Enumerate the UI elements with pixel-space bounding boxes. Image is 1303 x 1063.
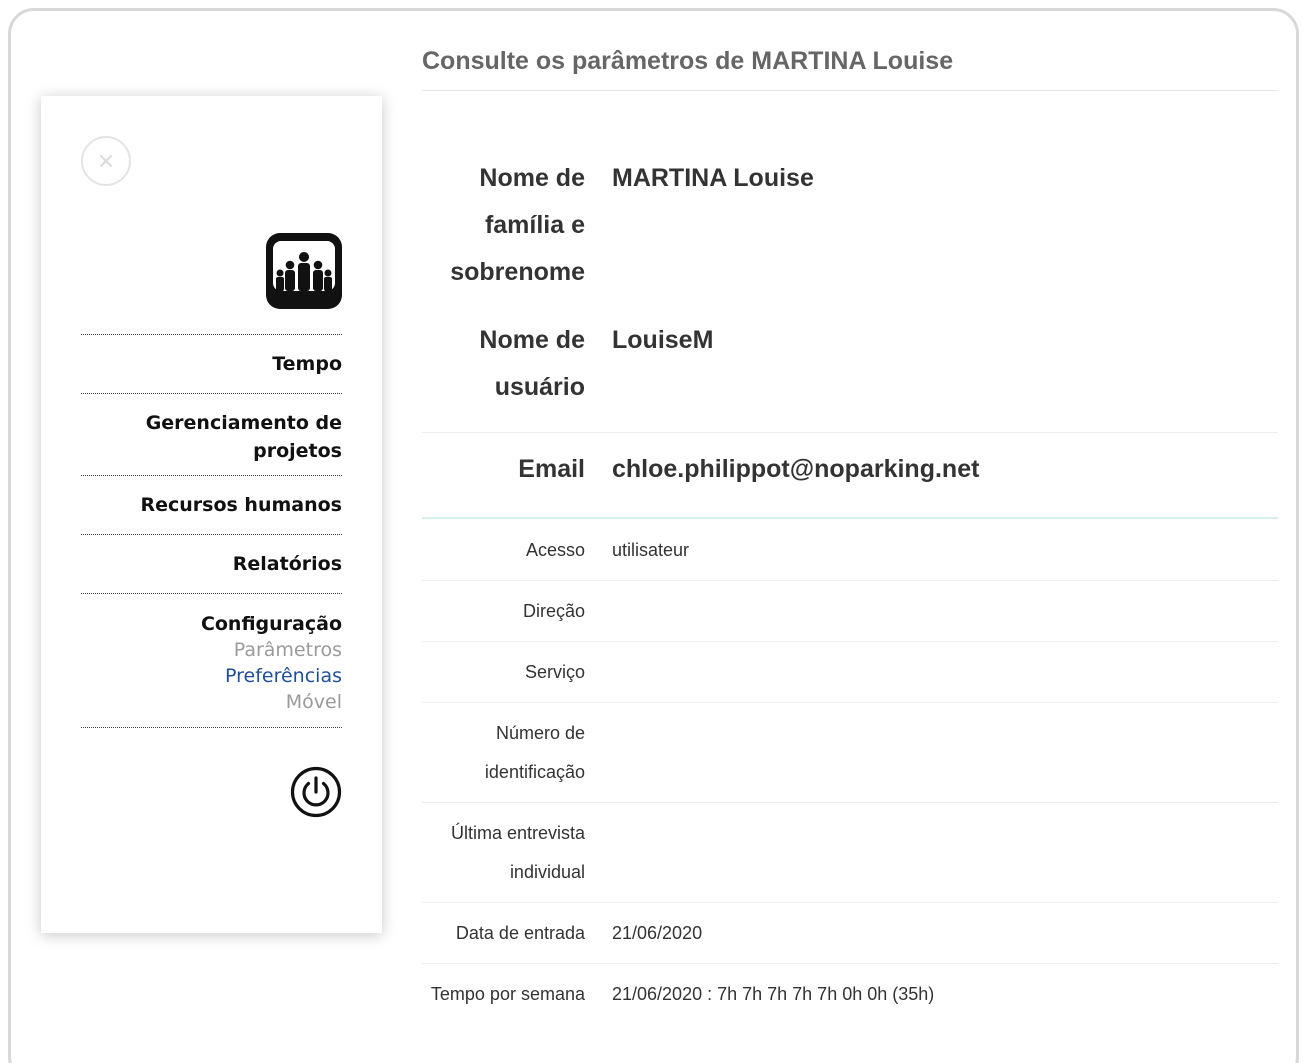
main-nav: Tempo Gerenciamento de projetos Recursos…	[81, 334, 342, 728]
detail-value	[585, 653, 612, 702]
main-content: Consulte os parâmetros de MARTINA Louise…	[422, 44, 1278, 1063]
close-button[interactable]	[81, 136, 131, 186]
detail-row-direcao: Direção	[422, 581, 1278, 642]
detail-value	[585, 592, 612, 641]
detail-row-data-entrada: Data de entrada 21/06/2020	[422, 903, 1278, 964]
detail-row-ultima-entrevista: Última entrevista individual	[422, 803, 1278, 903]
username-value: LouiseM	[612, 326, 714, 354]
detail-label: Serviço	[524, 662, 585, 682]
profile-row-username: Nome de usuário LouiseM	[422, 317, 1278, 433]
nav-divider	[81, 727, 342, 728]
detail-label: Data de entrada	[455, 923, 585, 943]
profile-row-fullname: Nome de família e sobrenome MARTINA Loui…	[422, 155, 1278, 317]
nav-item-gerenciamento-projetos[interactable]: Gerenciamento de projetos	[81, 393, 342, 475]
email-value: chloe.philippot@noparking.net	[612, 455, 980, 483]
power-icon	[290, 766, 342, 818]
detail-label: Direção	[522, 601, 585, 621]
detail-value: 21/06/2020	[612, 923, 703, 943]
logout-button[interactable]	[290, 766, 342, 818]
detail-value	[585, 714, 612, 802]
detail-row-servico: Serviço	[422, 642, 1278, 703]
detail-label: Acesso	[525, 540, 585, 560]
detail-row-numero-identificacao: Número de identificação	[422, 703, 1278, 803]
app-logo[interactable]	[265, 232, 343, 310]
subnav-item-parametros[interactable]: Parâmetros	[81, 637, 342, 663]
sidebar-menu: Tempo Gerenciamento de projetos Recursos…	[41, 96, 382, 933]
page-title: Consulte os parâmetros de MARTINA Louise	[422, 44, 1278, 91]
profile-summary: Nome de família e sobrenome MARTINA Loui…	[422, 155, 1278, 519]
people-logo-icon	[266, 233, 342, 309]
subnav-item-movel[interactable]: Móvel	[81, 689, 342, 715]
email-label: Email	[518, 455, 585, 483]
fullname-value: MARTINA Louise	[612, 164, 814, 192]
detail-label: Última entrevista individual	[450, 823, 585, 882]
nav-item-configuracao-label: Configuração	[200, 613, 342, 635]
detail-label: Tempo por semana	[430, 984, 585, 1004]
nav-item-configuracao[interactable]: Configuração Parâmetros Preferências Móv…	[81, 593, 342, 727]
detail-label: Número de identificação	[484, 723, 585, 782]
detail-row-tempo-semana: Tempo por semana 21/06/2020 : 7h 7h 7h 7…	[422, 964, 1278, 1063]
detail-value	[585, 814, 612, 902]
subnav-item-preferencias[interactable]: Preferências	[81, 663, 342, 689]
profile-details: Acesso utilisateur Direção Serviço Númer…	[422, 519, 1278, 1063]
close-icon	[99, 154, 113, 168]
nav-item-tempo[interactable]: Tempo	[81, 334, 342, 393]
username-label: Nome de usuário	[479, 326, 585, 401]
nav-item-relatorios[interactable]: Relatórios	[81, 534, 342, 593]
fullname-label: Nome de família e sobrenome	[450, 164, 585, 286]
detail-value: utilisateur	[612, 540, 690, 560]
nav-item-recursos-humanos[interactable]: Recursos humanos	[81, 475, 342, 534]
detail-row-acesso: Acesso utilisateur	[422, 519, 1278, 581]
profile-row-email: Email chloe.philippot@noparking.net	[422, 433, 1278, 519]
detail-value: 21/06/2020 : 7h 7h 7h 7h 7h 0h 0h (35h)	[612, 984, 935, 1004]
